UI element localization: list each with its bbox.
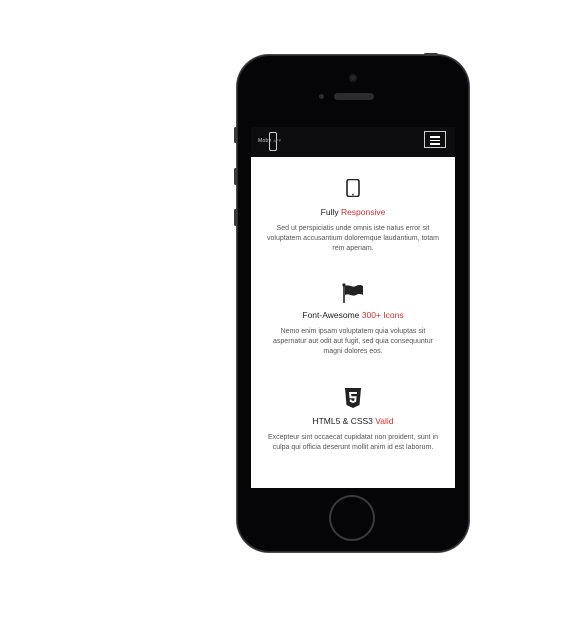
navbar: Moby APP (251, 127, 455, 157)
home-button[interactable] (331, 497, 373, 539)
phone-screen: Moby APP Fully Responsive Sed ut perspici… (251, 127, 455, 488)
app-logo[interactable]: Moby APP (258, 132, 292, 152)
flag-icon (342, 283, 363, 303)
logo-text: Moby APP (258, 138, 281, 144)
tablet-icon (346, 179, 360, 197)
feature-title-accent: Responsive (340, 207, 386, 217)
feature-description: Excepteur sint occaecat cupidatat non pr… (267, 434, 439, 451)
feature-valid: HTML5 & CSS3 Valid Excepteur sint occaec… (251, 388, 455, 453)
front-camera (349, 74, 357, 82)
mute-switch (234, 127, 237, 143)
html5-icon (345, 388, 361, 408)
feature-title: HTML5 & CSS3 Valid (251, 416, 455, 426)
proximity-sensor (319, 94, 324, 99)
hamburger-line (430, 139, 440, 141)
feature-title: Font-Awesome 300+ Icons (251, 310, 455, 320)
menu-toggle-button[interactable] (424, 131, 446, 148)
power-button (424, 53, 438, 56)
feature-title: Fully Responsive (251, 207, 455, 217)
feature-title-plain: Fully (320, 207, 341, 217)
volume-down-button (234, 209, 237, 226)
earpiece-speaker (334, 93, 374, 100)
hamburger-line (430, 143, 440, 145)
feature-responsive: Fully Responsive Sed ut perspiciatis und… (251, 179, 455, 254)
feature-title-plain: Font-Awesome (302, 310, 362, 320)
feature-title-plain: HTML5 & CSS3 (312, 416, 376, 426)
feature-icons: Font-Awesome 300+ Icons Nemo enim ipsam … (251, 283, 455, 357)
logo-main-text: Moby (258, 138, 272, 144)
hamburger-menu-icon (430, 136, 440, 138)
volume-up-button (234, 168, 237, 185)
feature-description: Nemo enim ipsam voluptatem quia voluptas… (273, 328, 433, 355)
logo-sub-text: APP (273, 139, 282, 143)
feature-description: Sed ut perspiciatis unde omnis iste natu… (267, 225, 439, 252)
feature-title-accent: Valid (375, 416, 394, 426)
feature-title-accent: 300+ Icons (361, 310, 404, 320)
